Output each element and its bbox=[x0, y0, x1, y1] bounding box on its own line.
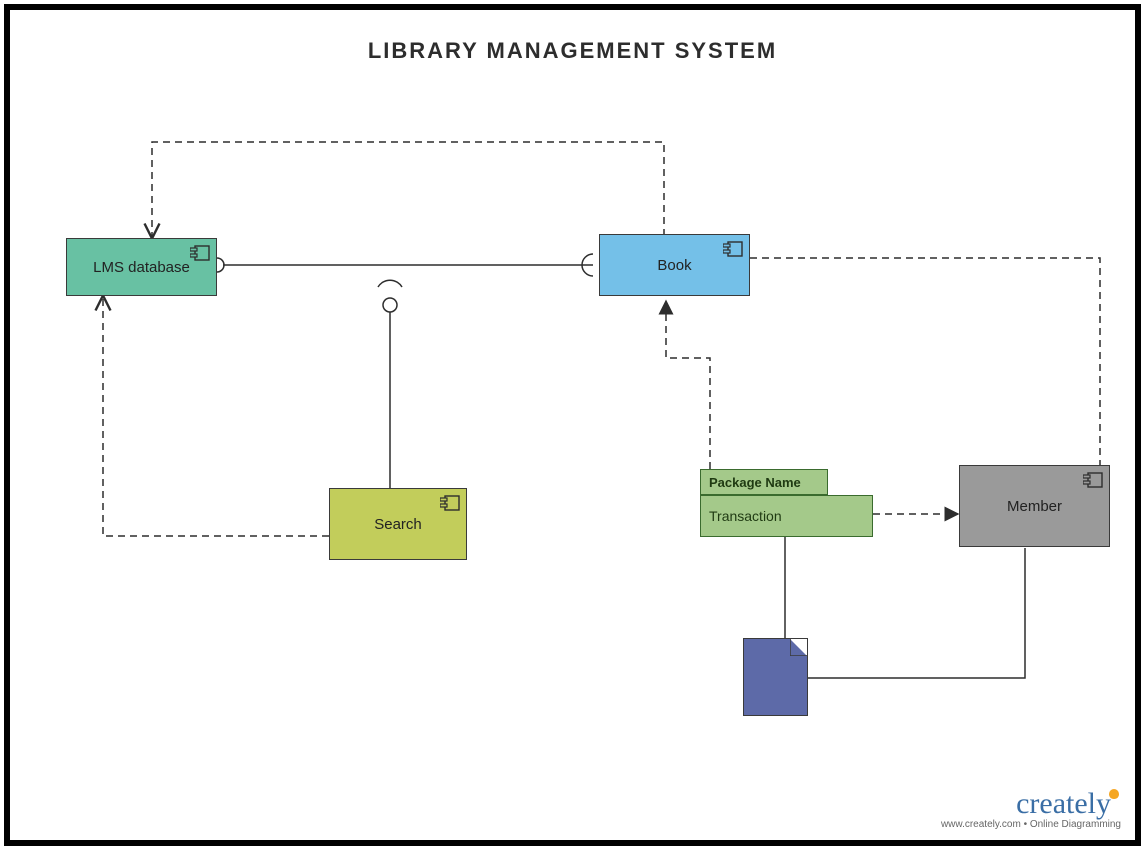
component-label: Search bbox=[368, 514, 428, 535]
brand-logo: creately bbox=[941, 787, 1121, 821]
brand-tagline: www.creately.com • Online Diagramming bbox=[941, 819, 1121, 830]
package-body: Transaction bbox=[700, 495, 873, 537]
component-label: Member bbox=[1001, 496, 1068, 517]
component-search[interactable]: Search bbox=[329, 488, 467, 560]
artifact-document[interactable] bbox=[743, 638, 808, 716]
component-member[interactable]: Member bbox=[959, 465, 1110, 547]
component-icon bbox=[190, 245, 210, 261]
package-tab: Package Name bbox=[700, 469, 828, 495]
brand-text: creately bbox=[1016, 787, 1111, 820]
bulb-icon bbox=[1109, 789, 1119, 799]
component-label: LMS database bbox=[87, 257, 196, 278]
diagram-title: LIBRARY MANAGEMENT SYSTEM bbox=[10, 38, 1135, 64]
footer: creately www.creately.com • Online Diagr… bbox=[941, 787, 1121, 830]
component-icon bbox=[440, 495, 460, 511]
package-tab-label: Package Name bbox=[709, 475, 801, 490]
component-lms-database[interactable]: LMS database bbox=[66, 238, 217, 296]
component-icon bbox=[1083, 472, 1103, 488]
component-label: Book bbox=[651, 255, 697, 276]
diagram-frame: LIBRARY MANAGEMENT SYSTEM bbox=[4, 4, 1141, 846]
component-book[interactable]: Book bbox=[599, 234, 750, 296]
package-body-label: Transaction bbox=[709, 508, 782, 524]
package-transaction[interactable]: Package Name Transaction bbox=[700, 469, 873, 537]
document-fold-icon bbox=[790, 638, 808, 656]
component-icon bbox=[723, 241, 743, 257]
connectors-layer bbox=[10, 10, 1135, 840]
